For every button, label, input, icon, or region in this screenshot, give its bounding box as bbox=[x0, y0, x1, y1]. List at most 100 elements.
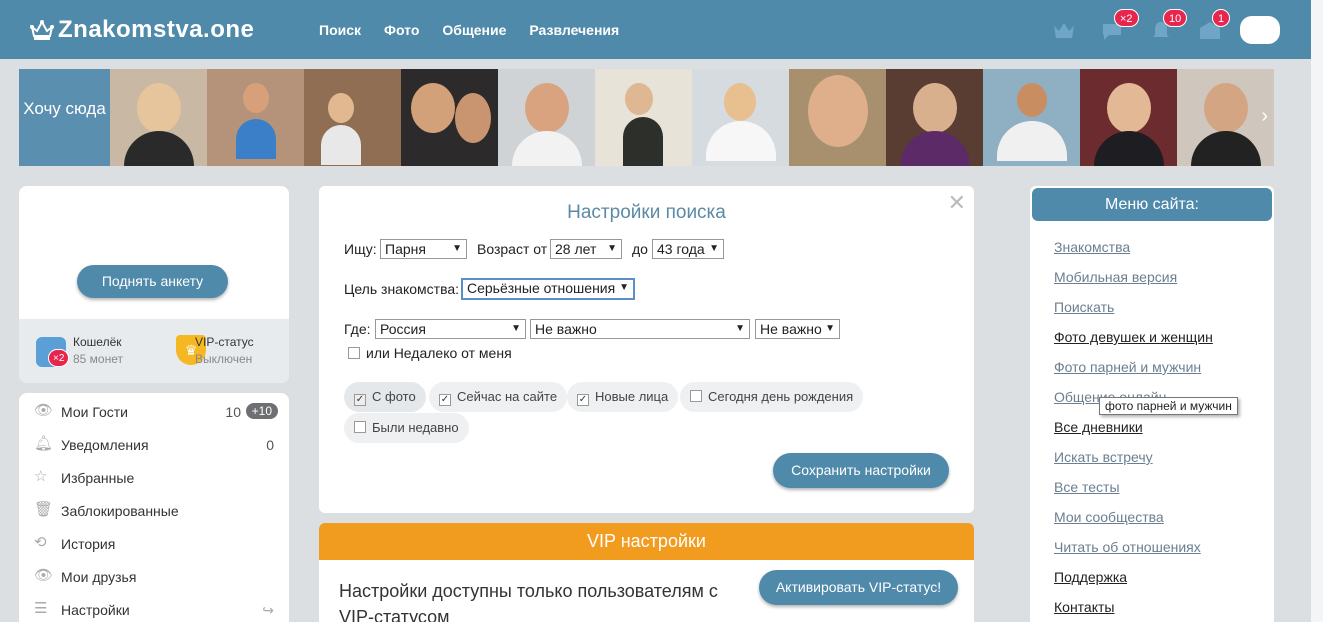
menu-link-contacts[interactable]: Контакты bbox=[1054, 599, 1114, 615]
menu-label: История bbox=[61, 536, 116, 552]
menu-link-search[interactable]: Поискать bbox=[1054, 299, 1114, 315]
menu-link-diaries[interactable]: Все дневники bbox=[1054, 419, 1143, 435]
age-to-select[interactable]: 43 года ▼ bbox=[652, 239, 724, 259]
menu-link-men-photos[interactable]: Фото парней и мужчин bbox=[1054, 359, 1201, 375]
menu-label: Заблокированные bbox=[61, 503, 179, 519]
star-icon: ☆ bbox=[34, 468, 48, 485]
menu-label: Настройки bbox=[61, 602, 130, 618]
menu-link-relationships[interactable]: Читать об отношениях bbox=[1054, 539, 1201, 555]
trash-icon: 🗑︎ bbox=[34, 501, 54, 518]
checkbox-checked[interactable]: ✓ bbox=[354, 394, 366, 406]
menu-item-friends[interactable]: 👁 Мои друзья bbox=[19, 560, 289, 593]
profile-card: Поднять анкету ×2 Кошелёк 85 монет ♛ VIP… bbox=[19, 186, 289, 383]
goal-select[interactable]: Серьёзные отношения ▼ bbox=[461, 278, 635, 300]
menu-item-favorites[interactable]: ☆ Избранные bbox=[19, 461, 289, 494]
menu-label: Мои друзья bbox=[61, 569, 137, 585]
wallet-title[interactable]: Кошелёк bbox=[73, 335, 122, 349]
menu-link-women-photos[interactable]: Фото девушек и женщин bbox=[1054, 329, 1213, 345]
raise-profile-button[interactable]: Поднять анкету bbox=[77, 265, 228, 298]
filter-recently[interactable]: Были недавно bbox=[344, 413, 469, 443]
menu-link-mobile[interactable]: Мобильная версия bbox=[1054, 269, 1177, 285]
region-select[interactable]: Не важно ▼ bbox=[530, 319, 750, 339]
filter-label: Сейчас на сайте bbox=[457, 389, 558, 404]
checkbox-checked[interactable]: ✓ bbox=[577, 394, 589, 406]
menu-label: Мои Гости bbox=[61, 404, 128, 420]
photo-strip: Хочу сюда › bbox=[19, 69, 1274, 166]
notifications-count: 0 bbox=[266, 437, 274, 453]
logout-icon[interactable]: ↪ bbox=[262, 602, 274, 619]
strip-photo[interactable] bbox=[304, 69, 401, 166]
nav-chat[interactable]: Общение bbox=[442, 22, 506, 38]
nearby-checkbox[interactable]: или Недалеко от меня bbox=[348, 345, 512, 361]
crown-vip-icon[interactable] bbox=[1052, 20, 1076, 42]
nav-photo[interactable]: Фото bbox=[384, 22, 419, 38]
strip-photo[interactable] bbox=[498, 69, 595, 166]
menu-label: Избранные bbox=[61, 470, 135, 486]
strip-photo[interactable] bbox=[983, 69, 1080, 166]
top-header: Znakomstva.one Поиск Фото Общение Развле… bbox=[0, 0, 1311, 59]
vip-status-value: Выключен bbox=[195, 352, 253, 366]
menu-link-tests[interactable]: Все тесты bbox=[1054, 479, 1120, 495]
age-to-label: до bbox=[632, 241, 648, 257]
search-settings-title: Настройки поиска bbox=[567, 202, 726, 223]
strip-photo[interactable] bbox=[595, 69, 692, 166]
checkbox-box[interactable] bbox=[354, 421, 366, 433]
menu-link-communities[interactable]: Мои сообщества bbox=[1054, 509, 1164, 525]
strip-photo[interactable] bbox=[401, 69, 498, 166]
country-select[interactable]: Россия ▼ bbox=[375, 319, 526, 339]
age-from-select[interactable]: 28 лет ▼ bbox=[550, 239, 622, 259]
city-select[interactable]: Не важно ▼ bbox=[755, 319, 840, 339]
nav-search[interactable]: Поиск bbox=[319, 22, 361, 38]
menu-link-find-meeting[interactable]: Искать встречу bbox=[1054, 449, 1153, 465]
wallet-badge: ×2 bbox=[48, 349, 70, 367]
logo-text: Znakomstva.one bbox=[58, 16, 255, 43]
strip-photo[interactable] bbox=[692, 69, 789, 166]
checkbox-box[interactable] bbox=[690, 390, 702, 402]
strip-photo[interactable] bbox=[207, 69, 304, 166]
strip-photo[interactable] bbox=[110, 69, 207, 166]
strip-photo[interactable]: › bbox=[1177, 69, 1274, 166]
sliders-icon: ☰ bbox=[34, 600, 48, 617]
filter-label: Сегодня день рождения bbox=[708, 389, 854, 404]
menu-item-blocked[interactable]: 🗑︎ Заблокированные bbox=[19, 494, 289, 527]
filter-online-now[interactable]: ✓ Сейчас на сайте bbox=[429, 382, 568, 412]
strip-photo[interactable] bbox=[1080, 69, 1177, 166]
checkbox-box[interactable] bbox=[348, 347, 360, 359]
filter-label: Новые лица bbox=[595, 389, 669, 404]
user-avatar[interactable] bbox=[1240, 16, 1280, 44]
age-from-label: Возраст от bbox=[477, 241, 548, 257]
history-icon: ⟲ bbox=[34, 534, 47, 551]
guests-count: 10 bbox=[225, 404, 241, 420]
strip-photo[interactable] bbox=[886, 69, 983, 166]
filter-with-photo[interactable]: ✓ С фото bbox=[344, 382, 426, 412]
menu-item-guests[interactable]: 👁 Мои Гости 10 +10 bbox=[19, 395, 289, 428]
vip-status-title[interactable]: VIP-статус bbox=[195, 335, 254, 349]
chevron-right-icon[interactable]: › bbox=[1261, 105, 1268, 128]
messages-badge: ×2 bbox=[1114, 9, 1139, 27]
menu-link-dating[interactable]: Знакомства bbox=[1054, 239, 1130, 255]
menu-label: Уведомления bbox=[61, 437, 149, 453]
activate-vip-button[interactable]: Активировать VIP-статус! bbox=[759, 570, 958, 605]
menu-item-history[interactable]: ⟲ История bbox=[19, 527, 289, 560]
seek-select[interactable]: Парня ▼ bbox=[380, 239, 467, 259]
want-here-button[interactable]: Хочу сюда bbox=[19, 69, 110, 166]
site-menu-title: Меню сайта: bbox=[1032, 188, 1272, 221]
goal-label: Цель знакомства: bbox=[344, 281, 460, 297]
filter-label: Были недавно bbox=[372, 420, 459, 435]
wallet-coins: 85 монет bbox=[73, 352, 124, 366]
filter-new-faces[interactable]: ✓ Новые лица bbox=[567, 382, 679, 412]
filter-label: С фото bbox=[372, 389, 416, 404]
nav-fun[interactable]: Развлечения bbox=[529, 22, 619, 38]
wallet-bar: ×2 Кошелёк 85 монет ♛ VIP-статус Выключе… bbox=[19, 319, 289, 383]
where-label: Где: bbox=[344, 321, 371, 337]
strip-photo[interactable] bbox=[789, 69, 886, 166]
checkbox-checked[interactable]: ✓ bbox=[439, 394, 451, 406]
menu-item-settings[interactable]: ☰ Настройки ↪ bbox=[19, 593, 289, 622]
save-settings-button[interactable]: Сохранить настройки bbox=[773, 453, 949, 488]
site-logo[interactable]: Znakomstva.one bbox=[30, 16, 254, 44]
vip-settings-text: Настройки доступны только пользователям … bbox=[339, 581, 718, 622]
menu-link-support[interactable]: Поддержка bbox=[1054, 569, 1127, 585]
mail-badge: 1 bbox=[1212, 9, 1231, 27]
menu-item-notifications[interactable]: 🔔︎ Уведомления 0 bbox=[19, 428, 289, 461]
filter-birthday-today[interactable]: Сегодня день рождения bbox=[680, 382, 864, 412]
